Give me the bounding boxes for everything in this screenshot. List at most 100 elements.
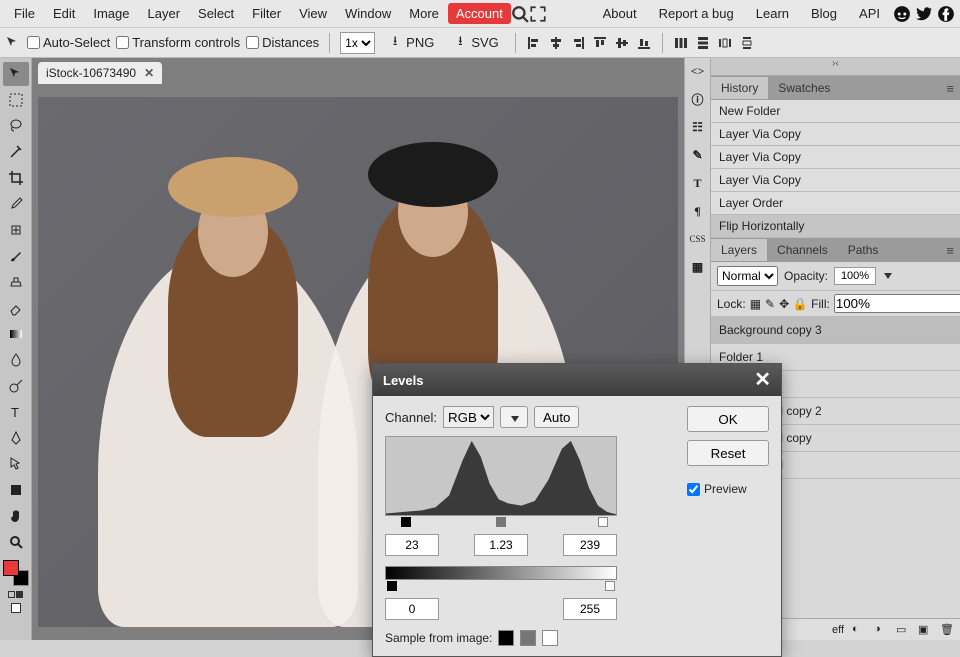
input-mid-handle[interactable] [496, 517, 506, 527]
lock-pixels-icon[interactable]: ✎ [765, 297, 775, 311]
panel-icon-swatches[interactable]: ▦ [689, 258, 707, 276]
menu-account[interactable]: Account [448, 3, 511, 24]
tool-zoom[interactable] [3, 530, 29, 554]
menu-layer[interactable]: Layer [139, 2, 190, 25]
tool-path-select[interactable] [3, 452, 29, 476]
align-bottom-icon[interactable] [636, 35, 652, 51]
distribute-spacing-h-icon[interactable] [717, 35, 733, 51]
auto-button[interactable]: Auto [534, 406, 579, 428]
menu-window[interactable]: Window [336, 2, 400, 25]
tool-magic-wand[interactable] [3, 140, 29, 164]
input-levels-slider[interactable] [385, 518, 617, 528]
output-levels-slider[interactable] [385, 582, 617, 592]
channel-select[interactable]: RGB [443, 406, 494, 428]
reddit-icon[interactable] [893, 5, 911, 23]
menu-view[interactable]: View [290, 2, 336, 25]
tool-clone-stamp[interactable] [3, 270, 29, 294]
align-top-icon[interactable] [592, 35, 608, 51]
tool-marquee[interactable] [3, 88, 29, 112]
link-api[interactable]: API [850, 2, 889, 25]
new-layer-icon[interactable]: ▣ [918, 623, 932, 637]
tab-swatches[interactable]: Swatches [768, 77, 840, 99]
color-swatches[interactable] [3, 560, 29, 586]
foreground-color[interactable] [3, 560, 19, 576]
tool-lasso[interactable] [3, 114, 29, 138]
panel-icon-info[interactable]: ⓘ [689, 90, 707, 108]
tab-history[interactable]: History [711, 77, 768, 99]
output-black-field[interactable] [385, 598, 439, 620]
tab-channels[interactable]: Channels [767, 239, 838, 261]
tab-paths[interactable]: Paths [838, 239, 889, 261]
tool-eraser[interactable] [3, 296, 29, 320]
tool-type[interactable]: T [3, 400, 29, 424]
output-white-handle[interactable] [605, 581, 615, 591]
distances-checkbox[interactable]: Distances [246, 35, 319, 50]
opacity-slider-icon[interactable] [884, 273, 892, 279]
output-white-field[interactable] [563, 598, 617, 620]
new-mask-icon[interactable]: ◐ [852, 623, 866, 637]
align-center-h-icon[interactable] [548, 35, 564, 51]
link-learn[interactable]: Learn [747, 2, 798, 25]
link-about[interactable]: About [594, 2, 646, 25]
fill-input[interactable] [834, 294, 960, 313]
panel-icon-character[interactable]: T [689, 174, 707, 192]
lock-transparent-icon[interactable]: ▦ [750, 297, 761, 311]
tool-hand[interactable] [3, 504, 29, 528]
fullscreen-icon[interactable] [529, 5, 547, 23]
input-black-handle[interactable] [401, 517, 411, 527]
output-black-handle[interactable] [387, 581, 397, 591]
search-icon[interactable] [511, 5, 529, 23]
lock-position-icon[interactable]: ✥ [779, 297, 789, 311]
history-item[interactable]: Flip Horizontally [711, 215, 960, 238]
menu-image[interactable]: Image [84, 2, 138, 25]
new-adjustment-icon[interactable]: ◑ [874, 623, 888, 637]
distribute-spacing-v-icon[interactable] [739, 35, 755, 51]
export-png-button[interactable]: ⭳PNG [381, 32, 440, 54]
input-white-field[interactable] [563, 534, 617, 556]
panel-collapse-handle[interactable]: ›‹ [711, 58, 960, 76]
tool-shape[interactable] [3, 478, 29, 502]
transform-controls-checkbox[interactable]: Transform controls [116, 35, 240, 50]
tab-layers[interactable]: Layers [711, 239, 767, 261]
export-svg-button[interactable]: ⭳SVG [446, 32, 504, 54]
lock-all-icon[interactable]: 🔒 [793, 297, 807, 311]
menu-file[interactable]: File [5, 2, 44, 25]
history-item[interactable]: New Folder [711, 100, 960, 123]
link-blog[interactable]: Blog [802, 2, 846, 25]
panel-icon-adjust[interactable]: ☷ [689, 118, 707, 136]
menu-select[interactable]: Select [189, 2, 243, 25]
reset-button[interactable]: Reset [687, 440, 769, 466]
tool-blur[interactable] [3, 348, 29, 372]
panel-menu-icon[interactable]: ≡ [940, 81, 960, 96]
menu-edit[interactable]: Edit [44, 2, 84, 25]
ok-button[interactable]: OK [687, 406, 769, 432]
history-item[interactable]: Layer Via Copy [711, 123, 960, 146]
delete-layer-icon[interactable]: 🗑 [940, 623, 954, 637]
panel-icon-css[interactable]: CSS [689, 230, 707, 248]
history-item[interactable]: Layer Order [711, 192, 960, 215]
twitter-icon[interactable] [915, 5, 933, 23]
quickmask-toggle[interactable] [8, 591, 23, 598]
sample-white-icon[interactable] [542, 630, 558, 646]
tool-brush[interactable] [3, 244, 29, 268]
facebook-icon[interactable] [937, 5, 955, 23]
close-icon[interactable]: ✕ [144, 66, 154, 80]
distribute-h-icon[interactable] [673, 35, 689, 51]
tool-pen[interactable] [3, 426, 29, 450]
align-right-icon[interactable] [570, 35, 586, 51]
auto-select-checkbox[interactable]: Auto-Select [27, 35, 110, 50]
layer-item[interactable]: Background copy 3 [711, 317, 960, 344]
align-center-v-icon[interactable] [614, 35, 630, 51]
blend-mode-select[interactable]: Normal [717, 266, 778, 286]
history-item[interactable]: Layer Via Copy [711, 169, 960, 192]
input-mid-field[interactable] [474, 534, 528, 556]
panel-icon-brush[interactable]: ✎ [689, 146, 707, 164]
link-report-bug[interactable]: Report a bug [650, 2, 743, 25]
menu-filter[interactable]: Filter [243, 2, 290, 25]
history-item[interactable]: Layer Via Copy [711, 146, 960, 169]
sample-black-icon[interactable] [498, 630, 514, 646]
document-tab[interactable]: iStock-10673490 ✕ [38, 62, 162, 84]
sample-gray-icon[interactable] [520, 630, 536, 646]
preview-checkbox[interactable] [687, 483, 700, 496]
new-folder-icon[interactable]: ▭ [896, 623, 910, 637]
